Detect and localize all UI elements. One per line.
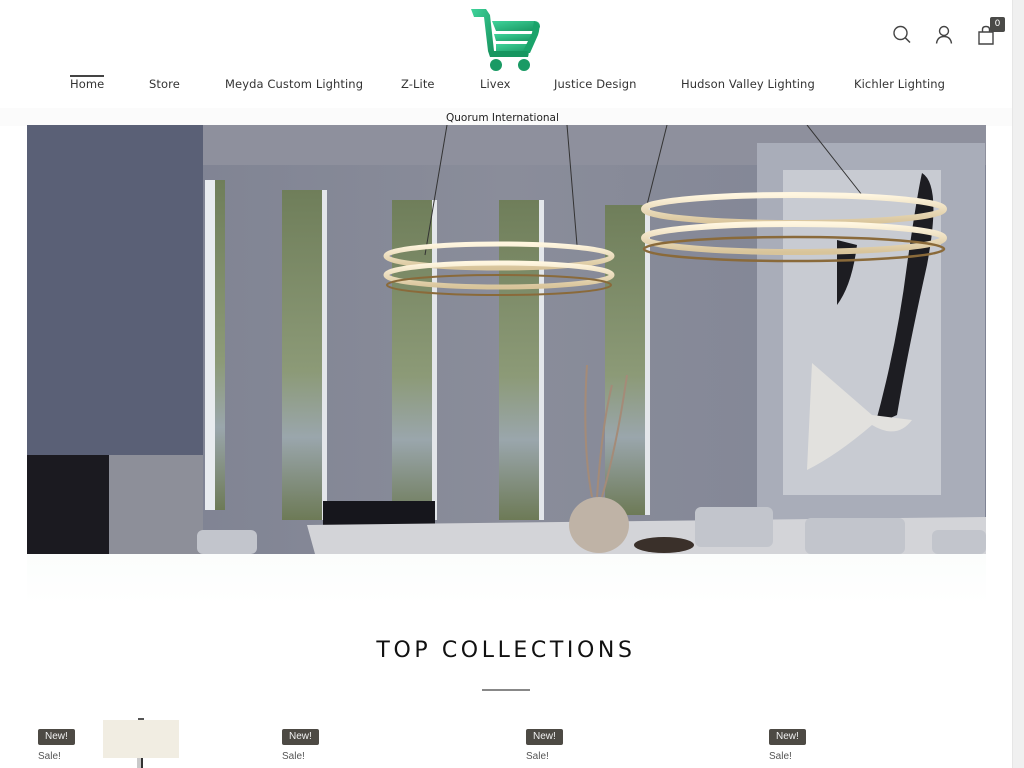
account-button[interactable] — [934, 24, 954, 46]
site-header: 0 Home Store Meyda Custom Lighting Z-Lit… — [0, 0, 1012, 108]
nav-item-justice-design[interactable]: Justice Design — [554, 74, 637, 94]
scrollbar-thumb[interactable] — [1015, 0, 1023, 40]
site-logo[interactable] — [468, 5, 544, 73]
nav-item-home[interactable]: Home — [70, 74, 105, 94]
new-badge: New! — [282, 729, 319, 745]
table-lamp-image — [103, 718, 179, 768]
product-card[interactable]: New! Sale! — [282, 710, 502, 768]
nav-item-hudson-valley-lighting[interactable]: Hudson Valley Lighting — [681, 74, 815, 94]
section-title: TOP COLLECTIONS — [376, 638, 636, 663]
page-scrollbar[interactable] — [1012, 0, 1024, 768]
product-grid: New! Sale! New! Sale! New! Sale! New! Sa… — [0, 710, 1012, 768]
nav-item-z-lite[interactable]: Z-Lite — [401, 74, 435, 94]
nav-item-quorum-international[interactable]: Quorum International — [446, 111, 559, 125]
product-card[interactable]: New! Sale! — [38, 710, 258, 768]
search-button[interactable] — [892, 24, 912, 46]
nav-overflow-row: Quorum International — [0, 108, 1012, 126]
new-badge: New! — [769, 729, 806, 745]
header-actions: 0 — [892, 17, 1005, 46]
search-icon — [893, 25, 911, 44]
new-badge: New! — [38, 729, 75, 745]
user-icon — [935, 25, 953, 44]
hero-banner[interactable] — [27, 125, 986, 554]
section-divider — [482, 689, 530, 691]
nav-item-kichler-lighting[interactable]: Kichler Lighting — [854, 74, 945, 94]
sale-label: Sale! — [526, 751, 549, 762]
hero-image — [27, 125, 986, 554]
nav-item-store[interactable]: Store — [149, 74, 180, 94]
nav-item-meyda-custom-lighting[interactable]: Meyda Custom Lighting — [225, 74, 363, 94]
product-card[interactable]: New! Sale! — [526, 710, 746, 768]
sale-label: Sale! — [282, 751, 305, 762]
cart-button[interactable]: 0 — [976, 17, 1005, 46]
product-card[interactable]: New! Sale! — [769, 710, 989, 768]
hero-caption-area — [27, 554, 986, 604]
sale-label: Sale! — [769, 751, 792, 762]
sale-label: Sale! — [38, 751, 61, 762]
shopping-cart-logo-icon — [471, 9, 540, 71]
page: 0 Home Store Meyda Custom Lighting Z-Lit… — [0, 0, 1012, 768]
nav-item-livex[interactable]: Livex — [480, 74, 511, 94]
new-badge: New! — [526, 729, 563, 745]
main-nav: Home Store Meyda Custom Lighting Z-Lite … — [0, 74, 1012, 96]
cart-count-badge: 0 — [990, 17, 1005, 32]
